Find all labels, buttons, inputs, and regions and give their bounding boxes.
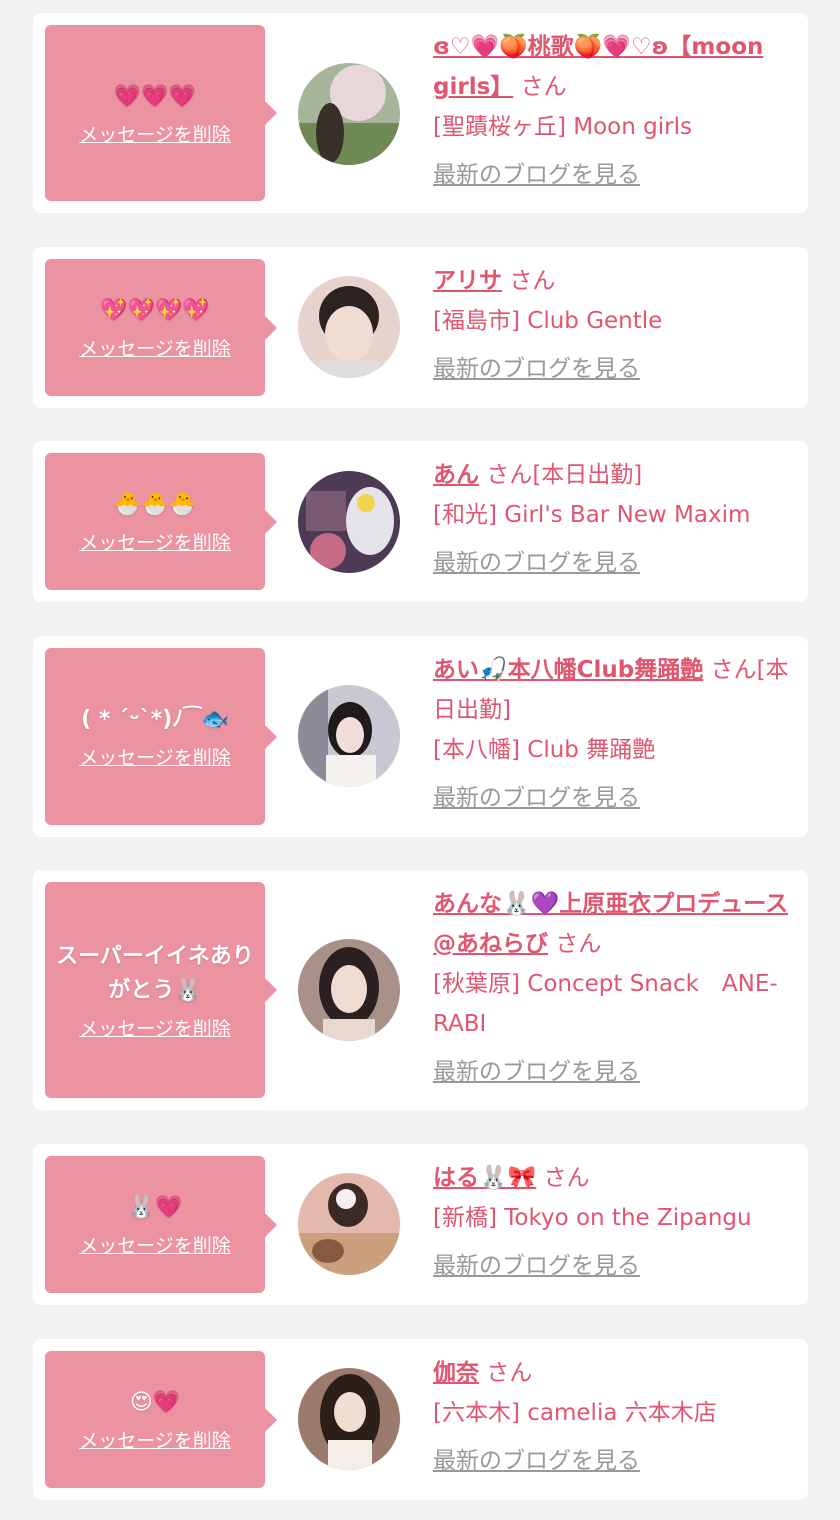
- message-card: スーパーイイネありがとう🐰 メッセージを削除 あんな🐰💜上原亜衣プロデュース@あ…: [33, 870, 808, 1110]
- avatar[interactable]: [298, 471, 400, 573]
- bubble-message: ( * ˊᵕˋ*)ﾉ⁀🐟: [81, 707, 229, 732]
- message-bubble: スーパーイイネありがとう🐰 メッセージを削除: [45, 882, 277, 1098]
- bubble-message: 🐰💗: [127, 1195, 183, 1220]
- delete-message-link[interactable]: メッセージを削除: [79, 528, 231, 555]
- avatar[interactable]: [298, 276, 400, 378]
- message-card: ( * ˊᵕˋ*)ﾉ⁀🐟 メッセージを削除 あい🎣本八幡Club舞踊艶 さん[本…: [33, 636, 808, 837]
- message-bubble: 💖💖💖💖 メッセージを削除: [45, 259, 277, 396]
- avatar[interactable]: [298, 63, 400, 165]
- card-info: ɞ♡💗🍑桃歌🍑💗♡ʚ【moon girls】 さん [聖蹟桜ヶ丘] Moon g…: [433, 27, 798, 195]
- card-info: あんな🐰💜上原亜衣プロデュース@あねらび さん [秋葉原] Concept Sn…: [433, 884, 798, 1092]
- latest-blog-link[interactable]: 最新のブログを見る: [433, 349, 798, 389]
- message-bubble: 🐰💗 メッセージを削除: [45, 1156, 277, 1293]
- shop-name: [六本木] camelia 六本木店: [433, 1400, 717, 1426]
- delete-message-link[interactable]: メッセージを削除: [79, 1231, 231, 1258]
- delete-message-link[interactable]: メッセージを削除: [79, 334, 231, 361]
- latest-blog-link[interactable]: 最新のブログを見る: [433, 778, 798, 818]
- card-info: あい🎣本八幡Club舞踊艶 さん[本日出勤] [本八幡] Club 舞踊艶 最新…: [433, 650, 798, 818]
- bubble-message: スーパーイイネありがとう🐰: [56, 943, 254, 1003]
- message-bubble: 😍💗 メッセージを削除: [45, 1351, 277, 1488]
- latest-blog-link[interactable]: 最新のブログを見る: [433, 1052, 798, 1092]
- user-name-link[interactable]: ɞ♡💗🍑桃歌🍑💗♡ʚ【moon girls】: [433, 34, 763, 100]
- message-bubble: 💗💗💗 メッセージを削除: [45, 25, 277, 201]
- honorific: さん: [486, 1360, 533, 1386]
- bubble-message: 💖💖💖💖: [100, 298, 210, 323]
- user-name-link[interactable]: あんな🐰💜上原亜衣プロデュース@あねらび: [433, 891, 788, 957]
- delete-message-link[interactable]: メッセージを削除: [79, 1014, 231, 1041]
- shop-name: [和光] Girl's Bar New Maxim: [433, 502, 751, 528]
- message-card: 😍💗 メッセージを削除 伽奈 さん [六本木] camelia 六本木店 最新の…: [33, 1339, 808, 1500]
- honorific: さん: [555, 931, 602, 957]
- honorific: さん: [520, 74, 567, 100]
- user-name-link[interactable]: アリサ: [433, 268, 502, 294]
- honorific: さん: [543, 1165, 590, 1191]
- user-name-link[interactable]: あん: [433, 462, 479, 488]
- message-card: 🐣🐣🐣 メッセージを削除 あん さん[本日出勤] [和光] Girl's Bar…: [33, 441, 808, 602]
- message-bubble: ( * ˊᵕˋ*)ﾉ⁀🐟 メッセージを削除: [45, 648, 277, 825]
- user-name-link[interactable]: はる🐰🎀: [433, 1165, 536, 1191]
- avatar[interactable]: [298, 685, 400, 787]
- bubble-message: 🐣🐣🐣: [113, 492, 197, 517]
- card-info: 伽奈 さん [六本木] camelia 六本木店 最新のブログを見る: [433, 1353, 798, 1481]
- shop-name: [秋葉原] Concept Snack ANE-RABI: [433, 971, 778, 1037]
- card-info: はる🐰🎀 さん [新橋] Tokyo on the Zipangu 最新のブログ…: [433, 1158, 798, 1286]
- shop-name: [聖蹟桜ヶ丘] Moon girls: [433, 114, 692, 140]
- message-card: 💗💗💗 メッセージを削除 ɞ♡💗🍑桃歌🍑💗♡ʚ【moon girls】 さん […: [33, 13, 808, 213]
- user-name-link[interactable]: 伽奈: [433, 1360, 479, 1386]
- shop-name: [本八幡] Club 舞踊艶: [433, 737, 656, 763]
- honorific: さん: [509, 268, 556, 294]
- card-info: アリサ さん [福島市] Club Gentle 最新のブログを見る: [433, 261, 798, 389]
- avatar[interactable]: [298, 939, 400, 1041]
- shop-name: [新橋] Tokyo on the Zipangu: [433, 1205, 752, 1231]
- shop-name: [福島市] Club Gentle: [433, 308, 663, 334]
- message-bubble: 🐣🐣🐣 メッセージを削除: [45, 453, 277, 590]
- honorific: さん[本日出勤]: [486, 462, 643, 488]
- message-card: 🐰💗 メッセージを削除 はる🐰🎀 さん [新橋] Tokyo on the Zi…: [33, 1144, 808, 1305]
- latest-blog-link[interactable]: 最新のブログを見る: [433, 1441, 798, 1481]
- bubble-message: 💗💗💗: [113, 83, 197, 109]
- latest-blog-link[interactable]: 最新のブログを見る: [433, 1246, 798, 1286]
- delete-message-link[interactable]: メッセージを削除: [79, 1426, 231, 1453]
- latest-blog-link[interactable]: 最新のブログを見る: [433, 543, 798, 583]
- delete-message-link[interactable]: メッセージを削除: [79, 120, 231, 147]
- avatar[interactable]: [298, 1368, 400, 1470]
- bubble-message: 😍💗: [129, 1390, 181, 1415]
- delete-message-link[interactable]: メッセージを削除: [79, 743, 231, 770]
- latest-blog-link[interactable]: 最新のブログを見る: [433, 155, 798, 195]
- user-name-link[interactable]: あい🎣本八幡Club舞踊艶: [433, 657, 703, 683]
- avatar[interactable]: [298, 1173, 400, 1275]
- message-card: 💖💖💖💖 メッセージを削除 アリサ さん [福島市] Club Gentle 最…: [33, 247, 808, 408]
- card-info: あん さん[本日出勤] [和光] Girl's Bar New Maxim 最新…: [433, 455, 798, 583]
